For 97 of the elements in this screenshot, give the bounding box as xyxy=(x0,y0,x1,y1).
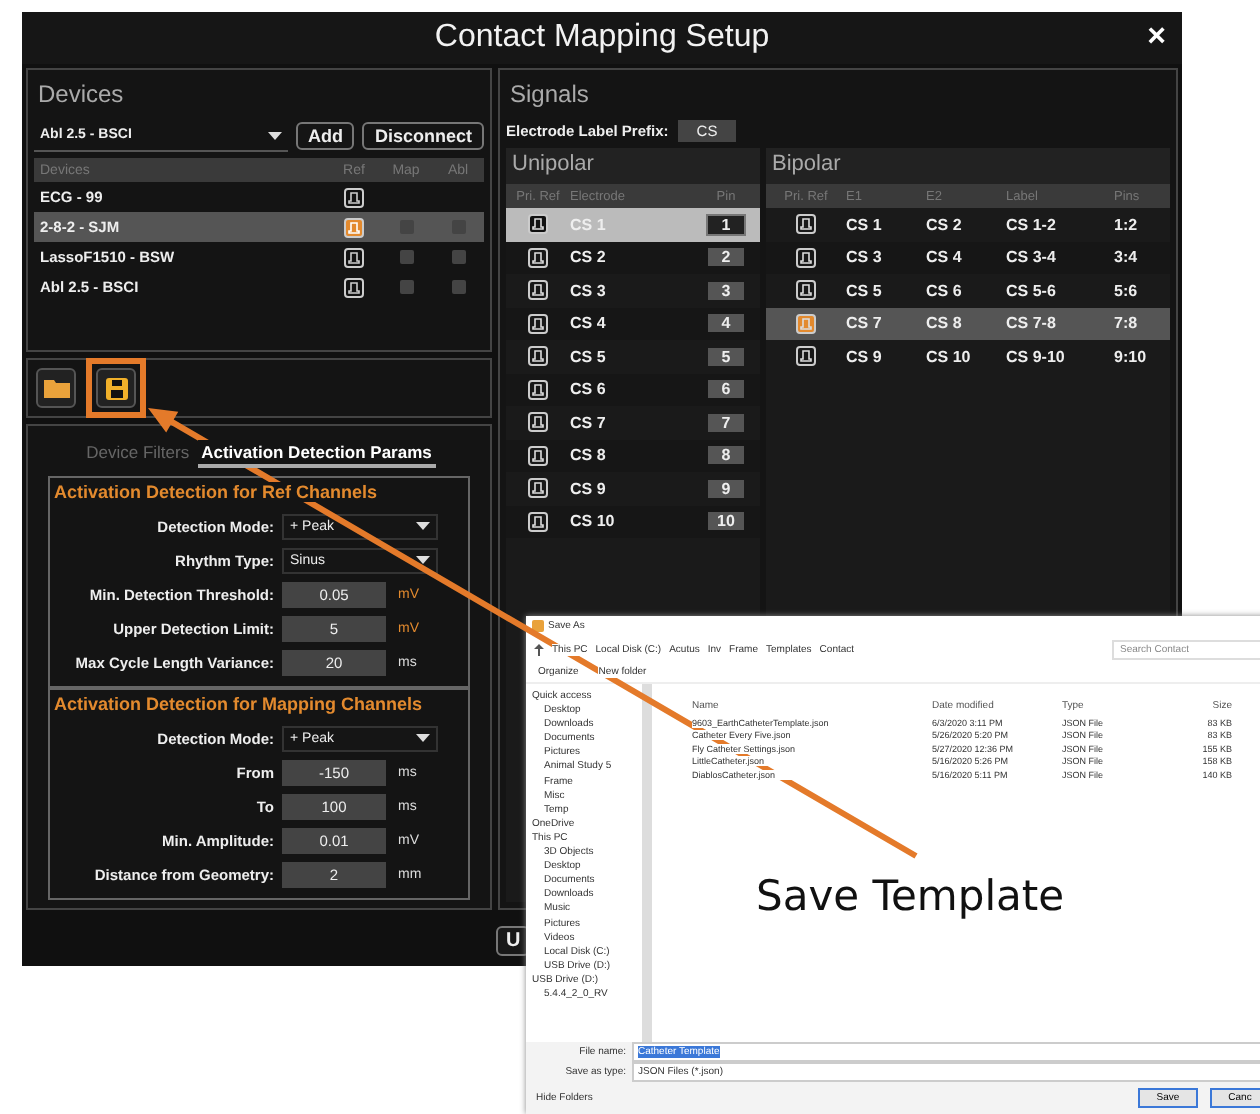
ref-icon[interactable] xyxy=(528,214,548,235)
table-cell-text: CS 10 xyxy=(926,347,973,366)
bipolar-row[interactable]: CS 9 CS 10 CS 9-10 9:10 xyxy=(766,340,1170,373)
table-cell-text: CS 4 xyxy=(926,248,964,267)
table-cell-text: 1:2 xyxy=(1114,215,1140,234)
ref-icon[interactable] xyxy=(528,412,548,433)
pin-field[interactable]: 6 xyxy=(708,380,744,399)
bipolar-row[interactable]: CS 5 CS 6 CS 5-6 5:6 xyxy=(766,274,1170,307)
add-button[interactable]: Add xyxy=(295,122,355,150)
pin-field[interactable]: 7 xyxy=(708,413,744,432)
table-cell-text: CS 4 xyxy=(570,314,608,333)
pin-field[interactable]: 5 xyxy=(708,347,744,366)
table-cell-text: CS 1-2 xyxy=(1006,215,1058,234)
map-checkbox[interactable] xyxy=(399,280,413,294)
table-cell-text: CS 8 xyxy=(570,446,608,465)
table-cell-text: CS 9 xyxy=(570,479,608,498)
table-cell-text: 3:4 xyxy=(1114,248,1140,267)
ref-icon[interactable] xyxy=(796,214,816,235)
electrode-row[interactable]: CS 5 5 xyxy=(506,340,760,373)
ref-icon[interactable] xyxy=(528,346,548,367)
ref-icon[interactable] xyxy=(796,247,816,268)
section-title: Activation Detection for Ref Channels xyxy=(54,482,378,502)
bipolar-row[interactable]: CS 3 CS 4 CS 3-4 3:4 xyxy=(766,241,1170,274)
electrode-row[interactable]: CS 2 2 xyxy=(506,241,760,274)
section-title: Activation Detection for Mapping Channels xyxy=(54,694,423,714)
bipolar-row[interactable]: CS 7 CS 8 CS 7-8 7:8 xyxy=(766,307,1170,340)
table-cell-text: CS 7 xyxy=(846,314,884,333)
electrode-row[interactable]: CS 4 4 xyxy=(506,307,760,340)
tab[interactable]: Activation Detection Params xyxy=(197,440,436,468)
ref-icon[interactable] xyxy=(344,247,364,267)
table-cell-text: CS 5 xyxy=(570,347,608,366)
pin-field[interactable]: 8 xyxy=(708,446,744,465)
table-cell-text: 9:10 xyxy=(1114,347,1149,366)
pin-field[interactable]: 2 xyxy=(708,248,744,267)
table-cell-text: CS 2 xyxy=(926,215,964,234)
map-checkbox[interactable] xyxy=(399,250,413,264)
caret-icon xyxy=(416,734,430,742)
panel-title: Devices xyxy=(38,80,126,108)
caret-icon xyxy=(267,131,282,139)
table-cell-text: CS 10 xyxy=(570,512,617,531)
bipolar-row[interactable]: CS 1 CS 2 CS 1-2 1:2 xyxy=(766,208,1170,241)
table-cell-text: CS 6 xyxy=(926,281,964,300)
electrode-row[interactable]: CS 3 3 xyxy=(506,274,760,307)
table-cell-text: CS 5 xyxy=(846,281,884,300)
ref-icon[interactable] xyxy=(528,379,548,400)
pin-field[interactable]: 3 xyxy=(708,281,744,300)
ref-icon[interactable] xyxy=(344,217,364,237)
pin-field[interactable]: 9 xyxy=(708,479,744,498)
ref-icon[interactable] xyxy=(528,445,548,466)
electrode-row[interactable]: CS 6 6 xyxy=(506,373,760,406)
up-arrow-icon[interactable] xyxy=(534,643,544,655)
table-cell-text: CS 5-6 xyxy=(1006,281,1058,300)
table-cell-text: CS 7 xyxy=(570,413,608,432)
window-title: Contact Mapping Setup xyxy=(434,20,770,56)
table-cell-text: CS 3 xyxy=(570,281,608,300)
ref-icon[interactable] xyxy=(528,478,548,499)
electrode-row[interactable]: CS 7 7 xyxy=(506,406,760,439)
pin-field[interactable]: 10 xyxy=(708,512,744,531)
electrode-row[interactable]: CS 10 10 xyxy=(506,505,760,538)
table-cell-text: CS 3 xyxy=(846,248,884,267)
table-cell-text: CS 9 xyxy=(846,347,884,366)
table-cell-text: CS 7-8 xyxy=(1006,314,1058,333)
list-title: Unipolar xyxy=(506,148,760,184)
caret-icon xyxy=(416,556,430,564)
ref-icon[interactable] xyxy=(528,247,548,268)
ref-icon[interactable] xyxy=(528,511,548,532)
panel-title: Signals xyxy=(510,80,591,108)
abl-checkbox[interactable] xyxy=(451,250,465,264)
abl-checkbox[interactable] xyxy=(451,280,465,294)
caret-icon xyxy=(416,522,430,530)
ref-icon[interactable] xyxy=(344,187,364,207)
disconnect-button[interactable]: Disconnect xyxy=(362,122,484,150)
save-icon xyxy=(105,377,127,399)
open-folder-button[interactable] xyxy=(36,368,76,408)
pin-field[interactable]: 4 xyxy=(708,314,744,333)
ref-icon[interactable] xyxy=(796,346,816,367)
pin-field[interactable]: 1 xyxy=(706,213,746,236)
table-cell-text: CS 9-10 xyxy=(1006,347,1067,366)
table-cell-text: CS 1 xyxy=(846,215,884,234)
table-cell-text: 5:6 xyxy=(1114,281,1140,300)
table-cell-text: CS 2 xyxy=(570,248,608,267)
electrode-row[interactable]: CS 9 9 xyxy=(506,472,760,505)
table-cell-text: CS 6 xyxy=(570,380,608,399)
ref-icon[interactable] xyxy=(344,277,364,297)
table-cell-text: CS 3-4 xyxy=(1006,248,1058,267)
save-button[interactable] xyxy=(96,368,136,408)
annotation-text: Save Template xyxy=(756,872,1065,920)
app-icon xyxy=(532,620,544,632)
close-button[interactable]: × xyxy=(1147,20,1166,56)
folder-icon xyxy=(43,378,69,398)
electrode-row[interactable]: CS 8 8 xyxy=(506,439,760,472)
table-cell-text: 7:8 xyxy=(1114,314,1140,333)
ref-icon[interactable] xyxy=(528,313,548,334)
table-cell-text: CS 8 xyxy=(926,314,964,333)
list-title: Bipolar xyxy=(766,148,1170,184)
ref-icon[interactable] xyxy=(528,280,548,301)
ref-icon[interactable] xyxy=(796,280,816,301)
